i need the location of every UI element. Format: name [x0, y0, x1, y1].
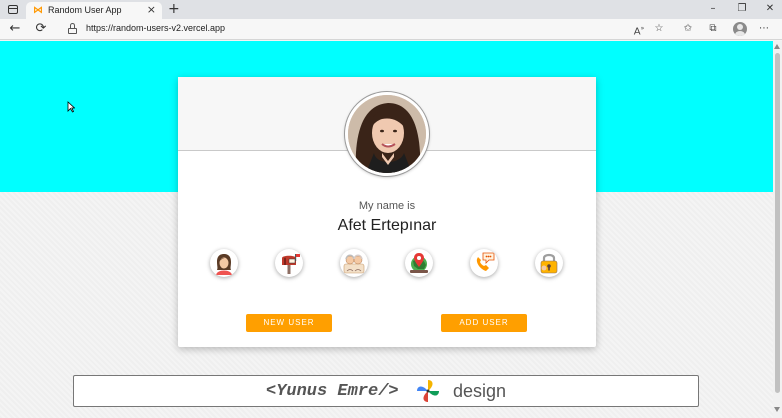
footer-code-text: <Yunus Emre/> — [266, 382, 399, 401]
tab-actions-icon[interactable] — [6, 3, 20, 16]
close-window-button[interactable]: ✕ — [755, 2, 782, 16]
scroll-up-icon[interactable] — [774, 44, 780, 49]
read-aloud-icon[interactable]: A» — [632, 22, 646, 37]
app-favicon-icon: ⋈ — [33, 5, 43, 16]
collections-icon[interactable]: ⧉ — [706, 22, 720, 36]
footer-banner[interactable]: <Yunus Emre/> design — [73, 375, 699, 407]
footer-design-text: design — [453, 381, 507, 401]
address-bar[interactable]: https://random-users-v2.vercel.app — [86, 23, 225, 33]
minimize-button[interactable]: – — [698, 2, 728, 16]
refresh-button[interactable]: ⟳ — [32, 21, 50, 37]
name-label: My name is — [358, 200, 416, 212]
browser-tab[interactable]: ⋈ Random User App × — [26, 2, 162, 19]
age-icon[interactable] — [340, 249, 368, 277]
lock-icon[interactable] — [68, 23, 77, 35]
back-button[interactable]: ← — [6, 21, 24, 37]
email-icon[interactable] — [275, 249, 303, 277]
pinwheel-logo-icon — [417, 380, 439, 402]
new-user-button[interactable]: NEW USER — [246, 314, 332, 332]
tab-close-icon[interactable]: × — [147, 4, 156, 16]
phone-icon[interactable] — [470, 249, 498, 277]
page-scrollbar[interactable] — [773, 41, 782, 418]
add-user-button[interactable]: ADD USER — [441, 314, 527, 332]
browser-toolbar: ← ⟳ https://random-users-v2.vercel.app A… — [0, 19, 782, 40]
maximize-button[interactable]: ❐ — [727, 2, 757, 16]
favorite-star-icon[interactable]: ☆ — [652, 22, 666, 36]
new-tab-button[interactable]: + — [168, 1, 180, 17]
browser-tab-strip: ⋈ Random User App × + – ❐ ✕ — [0, 0, 782, 19]
favorites-icon[interactable]: ✩ — [681, 22, 695, 36]
user-icon[interactable] — [210, 249, 238, 277]
page-viewport: My name is Afet Ertepınar NEW USER ADD U… — [0, 41, 773, 418]
tab-title: Random User App — [48, 5, 122, 15]
user-name: Afet Ertepınar — [337, 217, 437, 234]
user-card: My name is Afet Ertepınar NEW USER ADD U… — [178, 77, 596, 347]
profile-icon[interactable] — [733, 22, 747, 36]
scroll-down-icon[interactable] — [774, 407, 780, 412]
password-icon[interactable] — [535, 249, 563, 277]
user-avatar — [345, 92, 429, 176]
location-icon[interactable] — [405, 249, 433, 277]
mouse-cursor-icon — [67, 101, 75, 113]
more-icon[interactable]: ⋯ — [757, 22, 771, 36]
scroll-thumb[interactable] — [775, 53, 780, 393]
